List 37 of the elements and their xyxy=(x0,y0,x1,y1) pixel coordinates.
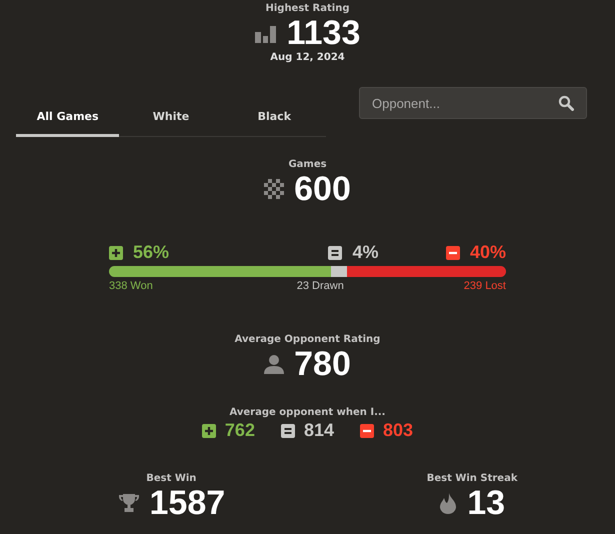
best-value: 1587 xyxy=(150,484,226,522)
filter-tab[interactable]: White xyxy=(119,99,223,137)
result-percent: 4% xyxy=(352,242,378,263)
highest-rating-label: Highest Rating xyxy=(265,3,350,14)
average-when-value: 803 xyxy=(383,420,414,441)
plus-icon xyxy=(109,246,123,260)
equals-icon xyxy=(280,424,295,438)
filter-tab[interactable]: All Games xyxy=(16,99,120,137)
flame-icon xyxy=(439,492,458,514)
best-label: Best Win xyxy=(146,473,196,484)
plus-icon xyxy=(202,424,216,438)
best-label: Best Win Streak xyxy=(426,473,518,484)
search-icon[interactable] xyxy=(558,95,574,111)
games-label: Games xyxy=(288,159,327,170)
equals-icon xyxy=(328,246,342,260)
minus-icon xyxy=(360,424,374,438)
trophy-icon xyxy=(118,492,140,514)
games-count: 600 xyxy=(294,170,351,208)
average-opponent-value: 780 xyxy=(294,345,351,383)
highest-rating-value: 1133 xyxy=(286,14,360,52)
average-when-value: 814 xyxy=(304,420,334,441)
highest-rating-date: Aug 12, 2024 xyxy=(270,52,345,63)
result-count: 338 Won xyxy=(109,280,153,292)
result-count: 23 Drawn xyxy=(296,280,344,292)
result-count: 239 Lost xyxy=(464,280,506,292)
bar-chart-icon xyxy=(254,23,277,43)
result-percent: 56% xyxy=(133,242,170,263)
result-percent: 40% xyxy=(470,242,506,263)
average-opponent-label: Average Opponent Rating xyxy=(234,334,380,345)
minus-icon xyxy=(446,246,460,260)
filter-tab[interactable]: Black xyxy=(222,99,326,137)
best-value: 13 xyxy=(467,484,506,522)
opponent-input[interactable]: Opponent... xyxy=(370,94,558,112)
average-when-label: Average opponent when I... xyxy=(230,407,386,418)
average-when-value: 762 xyxy=(224,420,255,441)
opponent-search-field[interactable]: Opponent... xyxy=(359,87,587,119)
person-icon xyxy=(264,354,284,374)
